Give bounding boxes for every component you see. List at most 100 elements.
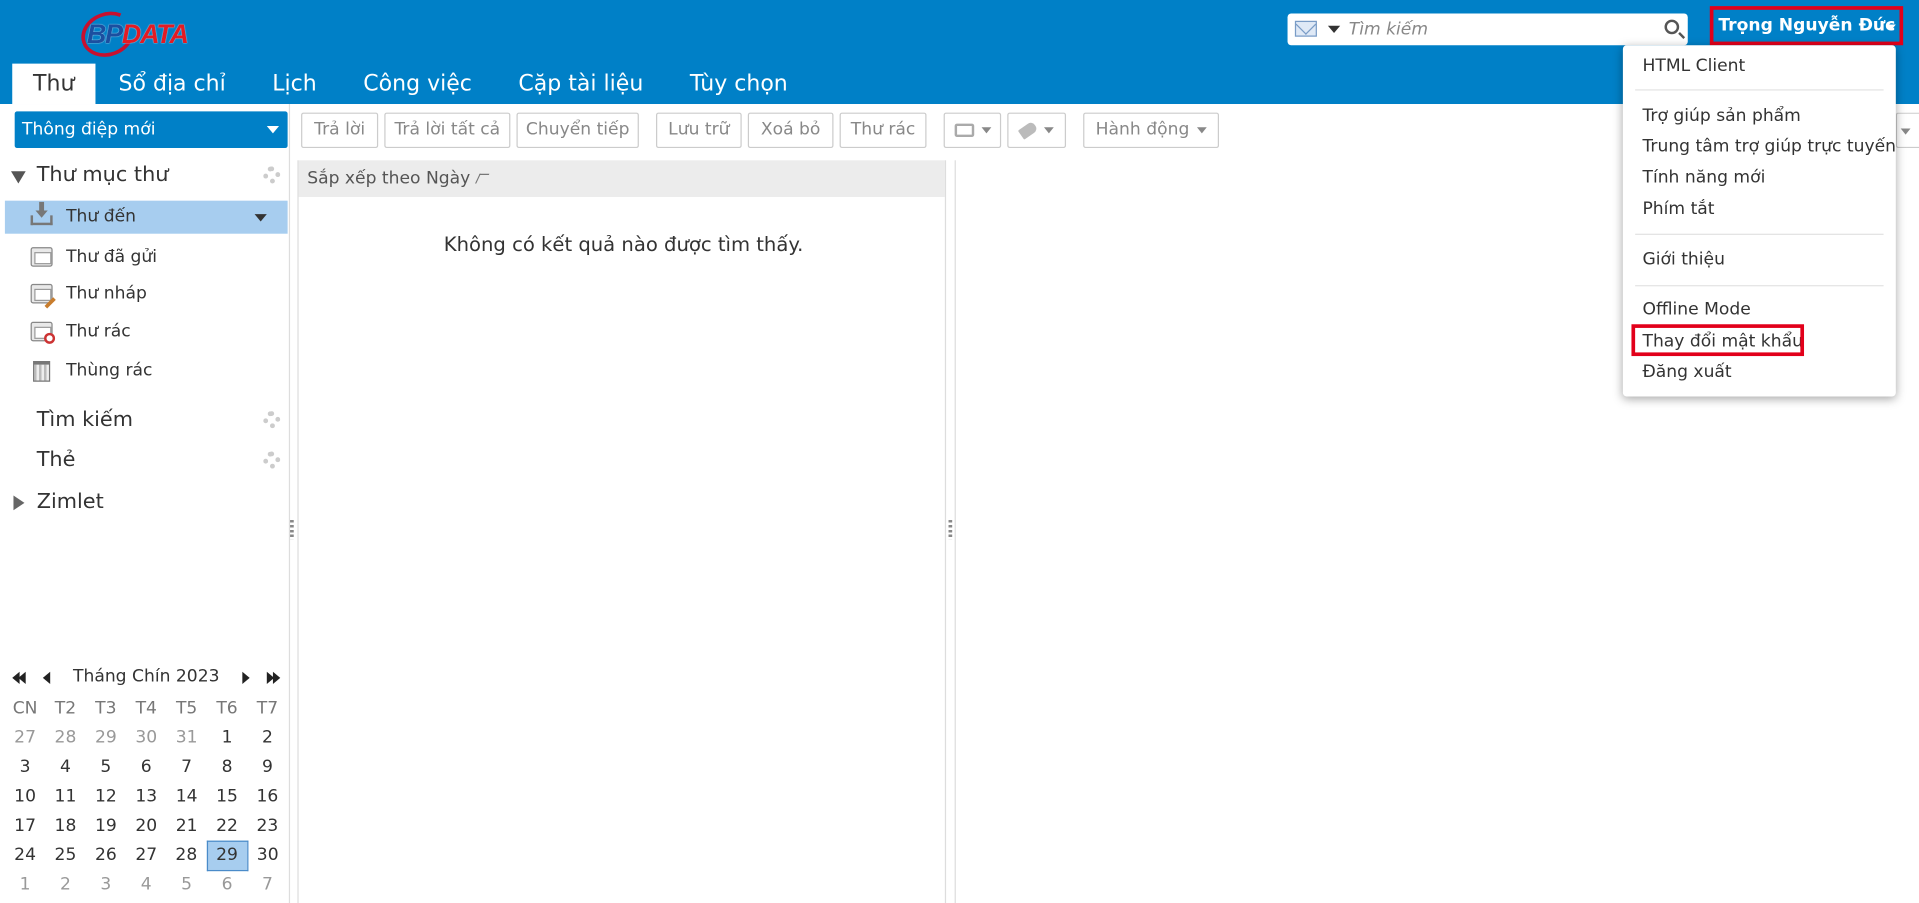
chevron-down-icon: [980, 126, 991, 133]
calendar-day[interactable]: 9: [247, 753, 287, 782]
resize-grip-icon[interactable]: [290, 520, 294, 540]
user-menu-button[interactable]: Trọng Nguyễn Đức: [1709, 6, 1904, 46]
calendar-day[interactable]: 8: [207, 753, 247, 782]
calendar-day[interactable]: 2: [247, 723, 287, 752]
calendar-day[interactable]: 25: [45, 841, 85, 870]
tab-contacts[interactable]: Sổ địa chỉ: [95, 64, 249, 104]
calendar-week-row: 1234567: [5, 870, 288, 899]
folder-drafts[interactable]: Thư nháp: [5, 278, 288, 311]
folder-inbox[interactable]: Thư đến: [4, 200, 288, 234]
calendar-day[interactable]: 26: [86, 841, 126, 870]
print-button[interactable]: [943, 112, 1002, 149]
calendar-day[interactable]: 4: [126, 870, 166, 899]
tag-button[interactable]: [1007, 112, 1067, 149]
calendar-day[interactable]: 30: [247, 841, 287, 870]
calendar-day[interactable]: 1: [207, 723, 247, 752]
searches-heading[interactable]: Tìm kiếm: [37, 407, 133, 431]
tab-briefcase[interactable]: Cặp tài liệu: [495, 64, 666, 104]
forward-button[interactable]: Chuyển tiếp: [516, 112, 639, 149]
calendar-day[interactable]: 31: [166, 723, 206, 752]
sort-header[interactable]: Sắp xếp theo Ngày: [298, 160, 945, 197]
company-logo[interactable]: BPDATA: [74, 4, 203, 65]
calendar-day[interactable]: 6: [126, 753, 166, 782]
tab-preferences[interactable]: Tùy chọn: [667, 64, 811, 104]
search-input[interactable]: [1348, 17, 1655, 42]
calendar-day[interactable]: 29: [86, 723, 126, 752]
calendar-day[interactable]: 11: [45, 782, 85, 811]
calendar-day[interactable]: 6: [207, 870, 247, 899]
calendar-day[interactable]: 15: [207, 782, 247, 811]
calendar-day[interactable]: 23: [247, 811, 287, 840]
logo-text-data: DATA: [121, 18, 189, 49]
calendar-day[interactable]: 3: [5, 753, 45, 782]
chevron-down-icon[interactable]: [254, 214, 267, 222]
zimlet-heading[interactable]: Zimlet: [37, 489, 104, 513]
calendar-day[interactable]: 20: [126, 811, 166, 840]
tab-calendar[interactable]: Lịch: [249, 64, 340, 104]
calendar-day[interactable]: 13: [126, 782, 166, 811]
calendar-day[interactable]: 28: [45, 723, 85, 752]
new-message-button[interactable]: Thông điệp mới: [14, 111, 288, 149]
mail-folders-heading[interactable]: Thư mục thư: [37, 163, 169, 187]
calendar-day[interactable]: 5: [166, 870, 206, 899]
calendar-day[interactable]: 10: [5, 782, 45, 811]
actions-button[interactable]: Hành động: [1083, 112, 1220, 149]
calendar-day[interactable]: 7: [166, 753, 206, 782]
calendar-day[interactable]: 5: [86, 753, 126, 782]
menu-item-offline-mode[interactable]: Offline Mode: [1642, 297, 1750, 321]
calendar-day[interactable]: 1: [5, 870, 45, 899]
tab-tasks[interactable]: Công việc: [340, 64, 495, 104]
reading-pane-splitter[interactable]: [954, 160, 956, 903]
calendar-day[interactable]: 3: [86, 870, 126, 899]
menu-item-html-client[interactable]: HTML Client: [1642, 54, 1745, 78]
collapse-triangle-icon[interactable]: [11, 171, 26, 184]
gear-icon[interactable]: [263, 411, 281, 429]
resize-grip-icon[interactable]: [948, 520, 953, 540]
menu-item-new-features[interactable]: Tính năng mới: [1642, 165, 1765, 189]
reply-all-button[interactable]: Trả lời tất cả: [384, 112, 511, 149]
folder-sent[interactable]: Thư đã gửi: [5, 241, 288, 274]
menu-item-product-help[interactable]: Trợ giúp sản phẩm: [1642, 104, 1800, 128]
calendar-day[interactable]: 22: [207, 811, 247, 840]
calendar-day[interactable]: 28: [166, 841, 206, 870]
left-splitter[interactable]: [288, 104, 291, 903]
gear-icon[interactable]: [263, 166, 281, 184]
calendar-day[interactable]: 12: [86, 782, 126, 811]
calendar-day[interactable]: 27: [5, 723, 45, 752]
calendar-day[interactable]: 29: [206, 840, 248, 871]
calendar-day[interactable]: 18: [45, 811, 85, 840]
menu-item-shortcuts[interactable]: Phím tắt: [1642, 197, 1714, 221]
calendar-day[interactable]: 16: [247, 782, 287, 811]
chevron-down-icon[interactable]: [266, 126, 280, 134]
reply-button[interactable]: Trả lời: [301, 112, 379, 149]
toolbar-overflow-button[interactable]: [1895, 112, 1919, 149]
calendar-day[interactable]: 17: [5, 811, 45, 840]
calendar-day[interactable]: 2: [45, 870, 85, 899]
calendar-day[interactable]: 4: [45, 753, 85, 782]
next-year-icon[interactable]: [272, 671, 281, 684]
calendar-day[interactable]: 19: [86, 811, 126, 840]
folder-trash[interactable]: Thùng rác: [5, 355, 288, 388]
search-scope-dropdown-icon[interactable]: [1327, 25, 1341, 34]
calendar-day[interactable]: 7: [247, 870, 287, 899]
folder-junk[interactable]: Thư rác: [5, 316, 288, 349]
archive-button[interactable]: Lưu trữ: [656, 112, 742, 149]
tag-icon: [1017, 120, 1039, 140]
search-icon[interactable]: [1664, 19, 1680, 35]
spam-button[interactable]: Thư rác: [839, 112, 927, 149]
menu-item-about[interactable]: Giới thiệu: [1642, 247, 1724, 271]
calendar-day[interactable]: 27: [126, 841, 166, 870]
menu-item-online-help[interactable]: Trung tâm trợ giúp trực tuyến: [1642, 135, 1896, 159]
next-month-icon[interactable]: [242, 671, 250, 684]
tab-mail[interactable]: Thư: [12, 63, 96, 105]
calendar-day[interactable]: 24: [5, 841, 45, 870]
calendar-day[interactable]: 30: [126, 723, 166, 752]
menu-item-logout[interactable]: Đăng xuất: [1642, 360, 1731, 384]
calendar-day[interactable]: 14: [166, 782, 206, 811]
mail-envelope-icon[interactable]: [1294, 20, 1317, 37]
delete-button[interactable]: Xoá bỏ: [747, 112, 834, 149]
gear-icon[interactable]: [263, 451, 281, 469]
calendar-day[interactable]: 21: [166, 811, 206, 840]
tags-heading[interactable]: Thẻ: [37, 448, 76, 472]
expand-triangle-icon[interactable]: [13, 495, 25, 511]
